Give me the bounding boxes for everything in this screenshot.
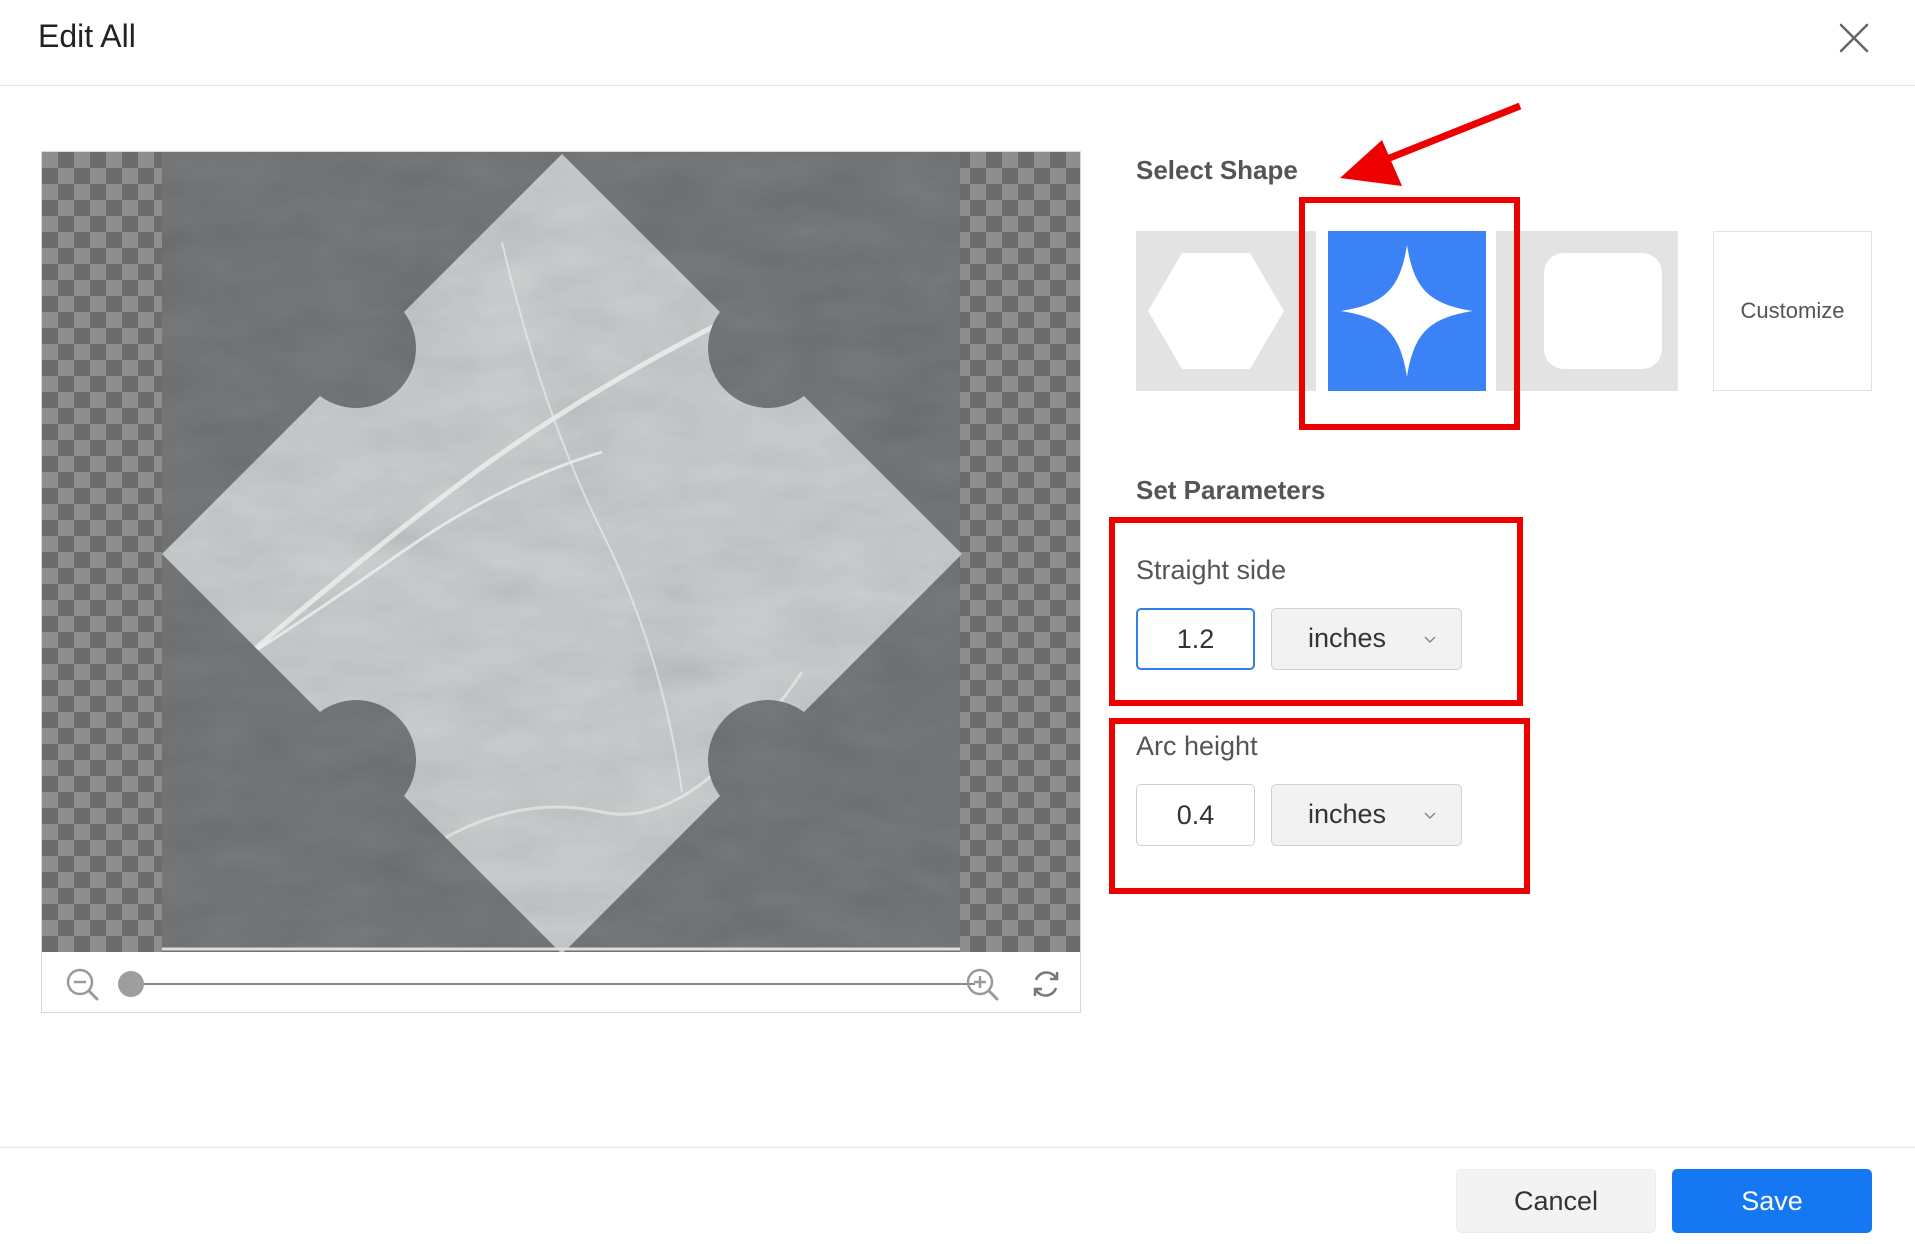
- save-button[interactable]: Save: [1672, 1169, 1872, 1233]
- zoom-out-icon[interactable]: [62, 964, 102, 1004]
- straight-side-highlight: [1109, 517, 1523, 706]
- zoom-slider-handle[interactable]: [118, 971, 144, 997]
- zoom-in-icon[interactable]: [962, 964, 1002, 1004]
- set-parameters-title: Set Parameters: [1136, 475, 1326, 505]
- dialog-header: Edit All: [0, 0, 1915, 86]
- shape-option-hexagon[interactable]: [1136, 231, 1316, 391]
- cancel-button[interactable]: Cancel: [1456, 1169, 1656, 1233]
- hexagon-shape-icon: [1148, 253, 1284, 369]
- dialog-footer-divider: [0, 1147, 1915, 1148]
- cancel-label: Cancel: [1513, 1185, 1599, 1216]
- rotate-reset-icon[interactable]: [1026, 964, 1066, 1004]
- customize-label: Customize: [1740, 298, 1845, 323]
- rounded-square-shape-icon: [1544, 253, 1662, 369]
- red-arrow-annotation: [1340, 102, 1522, 186]
- zoom-controls: [42, 952, 1080, 1012]
- save-label: Save: [1741, 1185, 1803, 1216]
- select-shape-title: Select Shape: [1136, 155, 1298, 185]
- selected-shape-highlight: [1299, 197, 1520, 430]
- preview-canvas[interactable]: [42, 152, 1080, 952]
- dialog-title: Edit All: [38, 18, 136, 54]
- arc-height-highlight: [1109, 718, 1530, 894]
- customize-shape-button[interactable]: Customize: [1713, 231, 1872, 391]
- shape-preview-panel: [41, 151, 1081, 1013]
- shape-option-rounded-square[interactable]: [1496, 231, 1678, 391]
- close-icon[interactable]: [1836, 20, 1872, 56]
- zoom-slider-track[interactable]: [130, 983, 975, 985]
